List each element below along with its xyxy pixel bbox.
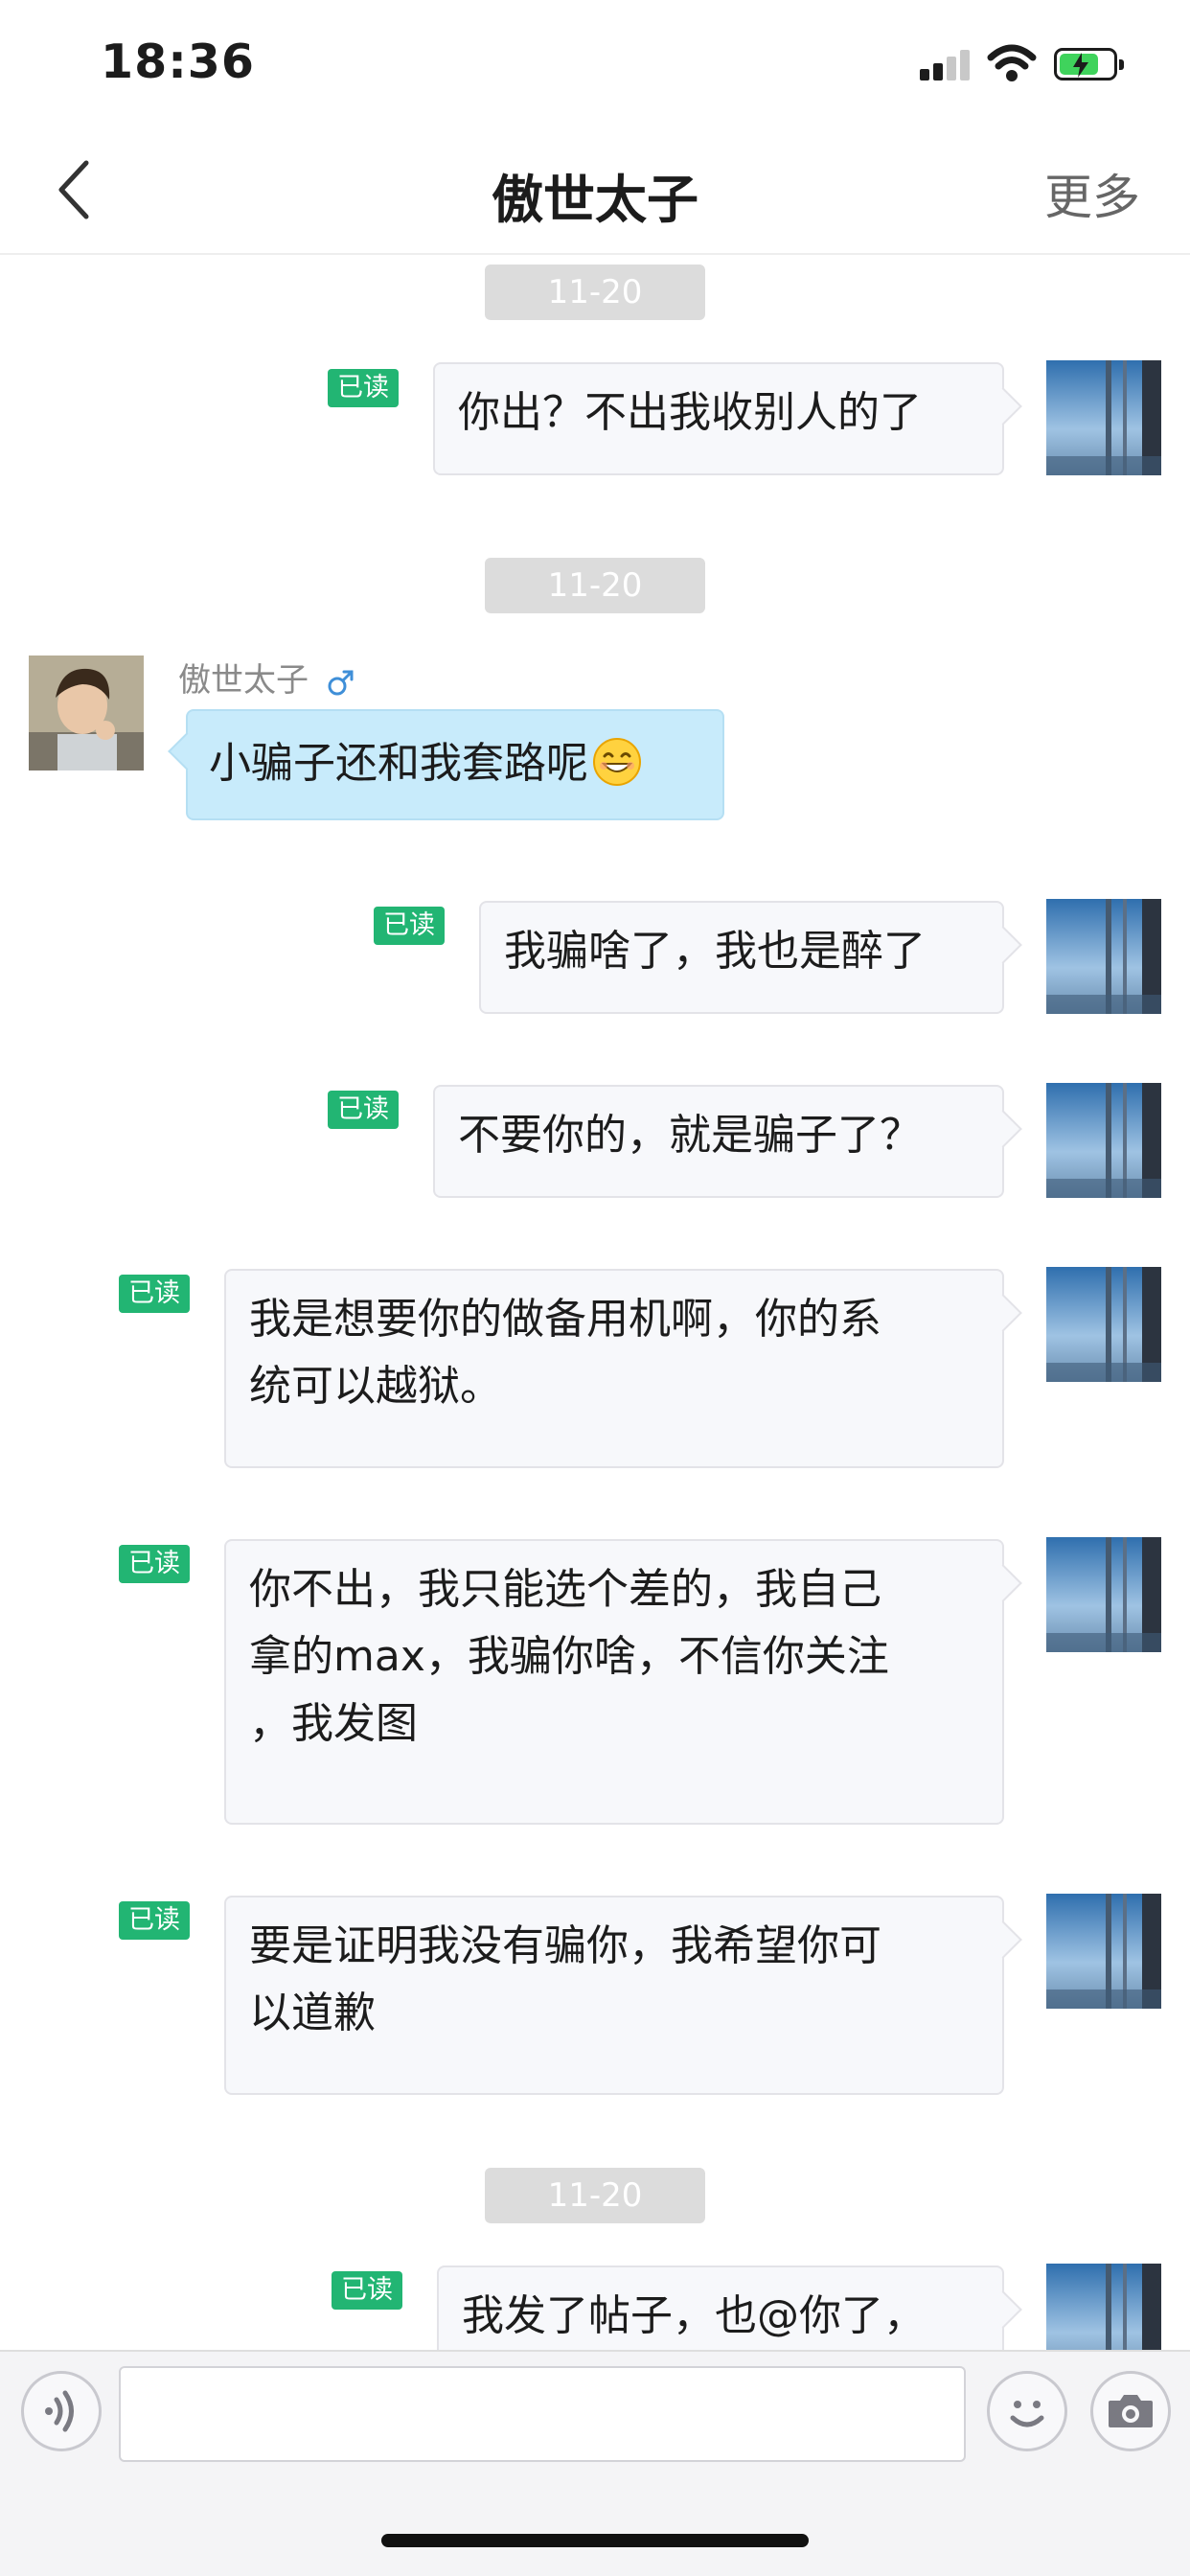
wifi-icon bbox=[987, 44, 1037, 81]
status-bar: 18:36 bbox=[0, 0, 1190, 126]
page-title: 傲世太子 bbox=[492, 170, 698, 230]
my-avatar[interactable] bbox=[1046, 1894, 1161, 2009]
message-bubble-outgoing[interactable]: 我骗啥了，我也是醉了 bbox=[479, 901, 1004, 1014]
grinning-face-emoji-icon bbox=[593, 738, 641, 786]
battery-icon bbox=[1054, 48, 1124, 80]
smiley-icon bbox=[1010, 2401, 1044, 2427]
message-timestamp: 11-20 17:20 bbox=[485, 2168, 705, 2270]
message-bubble-outgoing[interactable]: 不要你的，就是骗子了？ bbox=[433, 1085, 1004, 1198]
signal-icon bbox=[920, 50, 970, 80]
bottom-safe-area bbox=[0, 2476, 1190, 2576]
read-badge: 已读 bbox=[119, 1275, 190, 1313]
message-bubble-outgoing[interactable]: 你不出，我只能选个差的，我自己 拿的max，我骗你啥，不信你关注 ，我发图 bbox=[224, 1539, 1004, 1825]
more-button[interactable]: 更多 bbox=[1044, 159, 1140, 228]
male-gender-icon bbox=[328, 670, 354, 695]
camera-icon bbox=[1109, 2395, 1153, 2427]
message-bubble-outgoing[interactable]: 你出？不出我收别人的了 bbox=[433, 362, 1004, 475]
message-bubble-incoming[interactable]: 小骗子还和我套路呢 bbox=[186, 709, 724, 820]
status-time: 18:36 bbox=[101, 34, 255, 89]
nav-bar: 傲世太子 更多 bbox=[0, 126, 1190, 255]
message-input[interactable] bbox=[119, 2366, 966, 2462]
contact-avatar[interactable] bbox=[29, 656, 144, 770]
emoji-button[interactable] bbox=[987, 2371, 1067, 2451]
message-text: 不要你的，就是骗子了？ bbox=[458, 1111, 922, 1160]
read-badge: 已读 bbox=[119, 1545, 190, 1583]
message-bubble-outgoing[interactable]: 我是想要你的做备用机啊，你的系 统可以越狱。 bbox=[224, 1269, 1004, 1468]
read-badge: 已读 bbox=[119, 1901, 190, 1940]
camera-button[interactable] bbox=[1090, 2371, 1171, 2451]
sender-name: 傲世太子 bbox=[178, 661, 309, 700]
read-badge: 已读 bbox=[374, 907, 445, 945]
voice-button[interactable] bbox=[21, 2371, 102, 2451]
my-avatar[interactable] bbox=[1046, 360, 1161, 475]
read-badge: 已读 bbox=[328, 1091, 399, 1129]
message-text: 你出？不出我收别人的了 bbox=[458, 388, 922, 437]
my-avatar[interactable] bbox=[1046, 1537, 1161, 1652]
home-indicator[interactable] bbox=[381, 2534, 809, 2547]
read-badge: 已读 bbox=[328, 369, 399, 407]
message-bubble-outgoing[interactable]: 我发了帖子，也@你了， bbox=[437, 2266, 1004, 2350]
message-text: 我骗啥了，我也是醉了 bbox=[504, 927, 926, 976]
my-avatar[interactable] bbox=[1046, 1267, 1161, 1382]
my-avatar[interactable] bbox=[1046, 2264, 1161, 2350]
sender-name-row: 傲世太子 bbox=[178, 654, 355, 701]
message-input-bar bbox=[0, 2350, 1190, 2478]
voice-icon bbox=[45, 2390, 74, 2432]
chat-message-list[interactable]: 11-20 14:26 已读 你出？不出我收别人的了 11-20 16:02 傲… bbox=[0, 255, 1190, 2350]
message-text: 我发了帖子，也@你了， bbox=[462, 2291, 926, 2340]
message-timestamp: 11-20 16:02 bbox=[485, 558, 705, 660]
read-badge: 已读 bbox=[332, 2271, 402, 2310]
my-avatar[interactable] bbox=[1046, 1083, 1161, 1198]
message-text: 小骗子还和我套路呢 bbox=[209, 739, 588, 788]
message-timestamp: 11-20 14:26 bbox=[485, 264, 705, 367]
message-bubble-outgoing[interactable]: 要是证明我没有骗你，我希望你可 以道歉 bbox=[224, 1896, 1004, 2095]
my-avatar[interactable] bbox=[1046, 899, 1161, 1014]
